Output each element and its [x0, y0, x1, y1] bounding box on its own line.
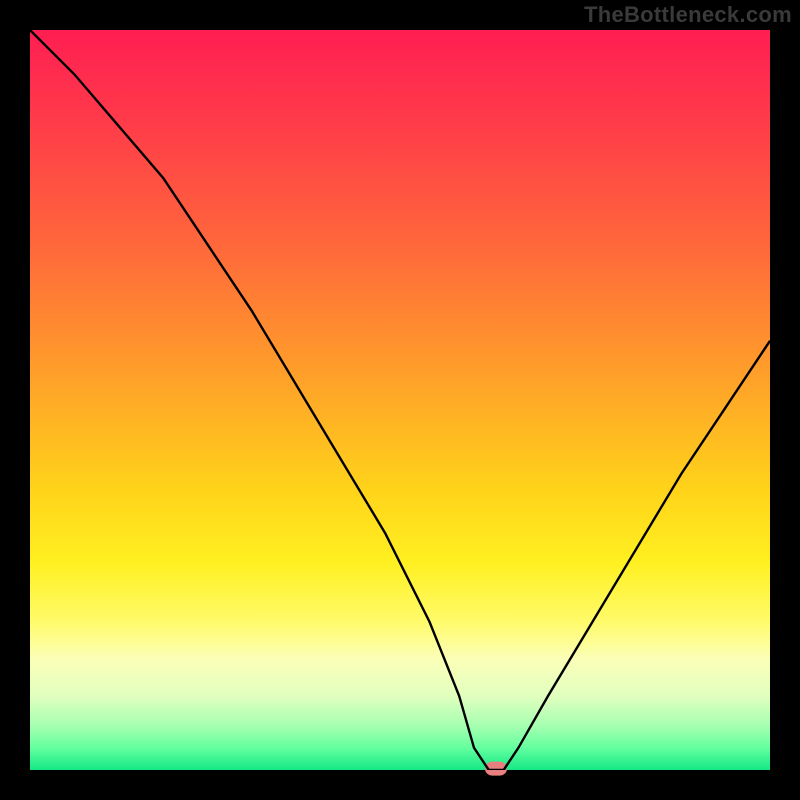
chart-frame: TheBottleneck.com [0, 0, 800, 800]
plot-area [30, 30, 770, 770]
bottleneck-curve [30, 30, 770, 770]
attribution-label: TheBottleneck.com [584, 2, 792, 28]
